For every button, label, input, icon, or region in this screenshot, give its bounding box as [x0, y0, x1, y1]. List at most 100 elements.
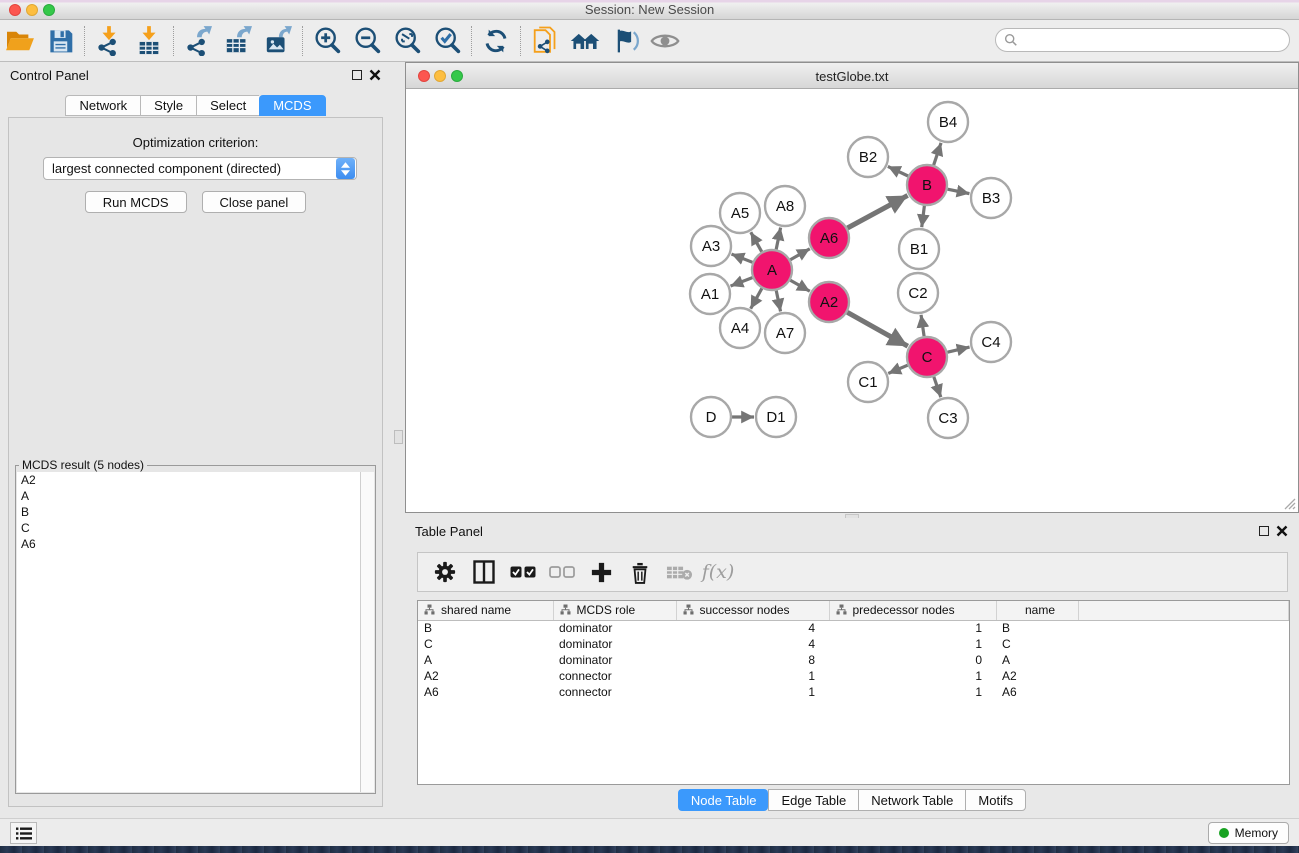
tab-select[interactable]: Select	[196, 95, 259, 116]
export-image-button[interactable]	[258, 24, 298, 58]
new-network-from-file-button[interactable]	[525, 24, 565, 58]
delete-table-icon	[666, 564, 693, 581]
open-session-button[interactable]	[0, 24, 40, 58]
node-label: A4	[731, 320, 749, 337]
mcds-result-title: MCDS result (5 nodes)	[19, 458, 147, 472]
tab-style[interactable]: Style	[140, 95, 196, 116]
result-scrollbar[interactable]	[360, 472, 374, 792]
float-panel-icon[interactable]	[352, 70, 362, 80]
edge-B-B1[interactable]	[922, 206, 925, 227]
show-column-button[interactable]	[469, 557, 499, 587]
edge-A-A5[interactable]	[751, 232, 762, 252]
table-row[interactable]: A6connector11A6	[418, 684, 1289, 700]
delete-column-button[interactable]	[625, 557, 655, 587]
edge-A-A1[interactable]	[731, 278, 753, 286]
table-settings-button[interactable]	[430, 557, 460, 587]
memory-button[interactable]: Memory	[1208, 822, 1289, 844]
hierarchy-icon	[836, 603, 853, 617]
edge-A6-B[interactable]	[847, 195, 907, 228]
control-panel: Control Panel NetworkStyleSelectMCDS Opt…	[0, 62, 391, 812]
edge-B-B2[interactable]	[888, 166, 908, 176]
edge-C-C3[interactable]	[934, 377, 941, 397]
plus-icon	[591, 562, 612, 583]
resize-grip-icon[interactable]	[1283, 497, 1296, 510]
node-label: A1	[701, 286, 719, 303]
edge-A-A4[interactable]	[751, 288, 762, 308]
edge-A-A3[interactable]	[731, 254, 752, 262]
column-header[interactable]: MCDS role	[553, 601, 676, 620]
tab-node-table[interactable]: Node Table	[678, 789, 769, 811]
hide-graphics-button[interactable]	[605, 24, 645, 58]
mcds-result-item[interactable]: A	[17, 488, 374, 504]
network-window-title: testGlobe.txt	[406, 69, 1298, 84]
node-label: B3	[982, 190, 1000, 207]
mcds-result-item[interactable]: A2	[17, 472, 374, 488]
tab-network[interactable]: Network	[65, 95, 140, 116]
network-canvas[interactable]: B4B2BB3A8A5A6A3B1AC2A1A2A4A7C4CC1C3DD1	[406, 90, 1298, 512]
export-table-button[interactable]	[218, 24, 258, 58]
show-graphics-button[interactable]	[645, 24, 685, 58]
table-row[interactable]: Adominator80A	[418, 652, 1289, 668]
tab-motifs[interactable]: Motifs	[965, 789, 1026, 811]
import-table-button[interactable]	[129, 24, 169, 58]
node-label: B2	[859, 149, 877, 166]
tab-mcds[interactable]: MCDS	[259, 95, 325, 116]
close-panel-icon[interactable]	[1276, 525, 1288, 537]
edge-C-C1[interactable]	[888, 365, 907, 373]
edge-A-A7[interactable]	[776, 291, 780, 312]
zoom-in-button[interactable]	[307, 24, 347, 58]
import-network-button[interactable]	[89, 24, 129, 58]
search-input[interactable]	[1018, 30, 1289, 50]
edge-C-C4[interactable]	[947, 347, 969, 352]
mcds-result-list: A2ABCA6	[17, 472, 374, 792]
mcds-result-item[interactable]: A6	[17, 536, 374, 552]
zoom-fit-button[interactable]	[387, 24, 427, 58]
column-header[interactable]: predecessor nodes	[829, 601, 996, 620]
memory-status-icon	[1219, 828, 1229, 838]
run-mcds-button[interactable]: Run MCDS	[85, 191, 187, 213]
home-network-button[interactable]	[565, 24, 605, 58]
node-label: B	[922, 177, 932, 194]
table-panel-header: Table Panel	[405, 518, 1299, 544]
eye-icon	[650, 29, 680, 53]
create-column-button[interactable]	[586, 557, 616, 587]
edge-C-C2[interactable]	[921, 315, 924, 336]
export-network-button[interactable]	[178, 24, 218, 58]
column-header[interactable]: name	[996, 601, 1078, 620]
node-label: D1	[766, 409, 785, 426]
save-session-button[interactable]	[40, 24, 80, 58]
edge-B-B4[interactable]	[934, 143, 941, 165]
refresh-button[interactable]	[476, 24, 516, 58]
edge-B-B3[interactable]	[948, 189, 970, 193]
mcds-result-item[interactable]: C	[17, 520, 374, 536]
edge-A-A2[interactable]	[790, 280, 810, 291]
mcds-result-item[interactable]: B	[17, 504, 374, 520]
table-row[interactable]: A2connector11A2	[418, 668, 1289, 684]
vertical-splitter-handle[interactable]	[394, 430, 403, 444]
column-header[interactable]: successor nodes	[676, 601, 829, 620]
table-row[interactable]: Bdominator41B	[418, 620, 1289, 636]
table-row[interactable]: Cdominator41C	[418, 636, 1289, 652]
tab-network-table[interactable]: Network Table	[858, 789, 965, 811]
close-panel-button[interactable]: Close panel	[202, 191, 307, 213]
optimization-criterion-select[interactable]: largest connected component (directed)	[43, 157, 357, 180]
gear-icon	[434, 561, 456, 583]
unselect-all-button[interactable]	[547, 557, 577, 587]
edge-A2-C[interactable]	[847, 312, 908, 346]
select-all-button[interactable]	[508, 557, 538, 587]
toolbar-separator	[471, 26, 472, 56]
task-history-button[interactable]	[10, 822, 37, 844]
function-builder-button[interactable]: f(x)	[703, 557, 733, 587]
edge-A-A8[interactable]	[776, 228, 780, 250]
node-label: B4	[939, 114, 957, 131]
zoom-selected-button[interactable]	[427, 24, 467, 58]
close-panel-icon[interactable]	[369, 69, 381, 81]
zoom-out-button[interactable]	[347, 24, 387, 58]
edge-A-A6[interactable]	[790, 249, 810, 260]
column-header[interactable]: shared name	[418, 601, 553, 620]
delete-table-button[interactable]	[664, 557, 694, 587]
export-table-icon	[224, 26, 252, 56]
list-icon	[16, 827, 32, 840]
float-panel-icon[interactable]	[1259, 526, 1269, 536]
tab-edge-table[interactable]: Edge Table	[768, 789, 858, 811]
